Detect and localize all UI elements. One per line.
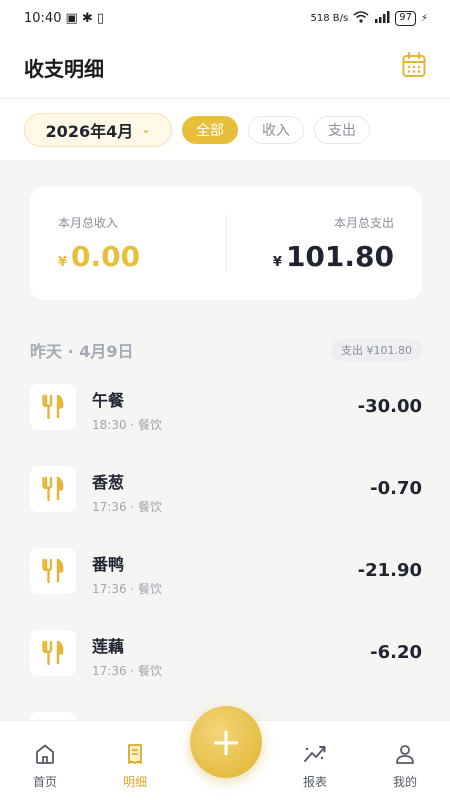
status-time: 10:40 xyxy=(24,10,62,26)
net-speed: 518 B/s xyxy=(310,12,349,24)
status-right: 518 B/s 97 ⚡ xyxy=(310,10,428,26)
income-label: 本月总收入 xyxy=(58,216,119,230)
tab-reports[interactable]: 报表 xyxy=(270,721,360,800)
status-bar: 10:40 ▣ ✱ ▯ 518 B/s 97 ⚡ xyxy=(0,0,450,36)
utensils-icon xyxy=(30,548,76,594)
tab-reports-label: 报表 xyxy=(302,775,327,789)
item-amount: -30.00 xyxy=(357,396,422,417)
charging-icon: ⚡ xyxy=(420,12,428,24)
filter-chip-expense[interactable]: 支出 xyxy=(314,115,370,144)
list-item-text: 莲藕 17:36 · 餐饮 xyxy=(92,630,162,679)
item-meta: 17:36 · 餐饮 xyxy=(92,582,163,596)
receipt-icon xyxy=(124,743,146,769)
page-title: 收支明细 xyxy=(24,56,104,81)
expense-label: 本月总支出 xyxy=(333,216,394,230)
item-title: 番鸭 xyxy=(92,555,125,574)
list-item[interactable]: 香葱 17:36 · 餐饮 -0.70 xyxy=(30,466,422,548)
list-item[interactable]: 番鸭 17:36 · 餐饮 -21.90 xyxy=(30,548,422,630)
expense-value: 101.80 xyxy=(285,240,394,273)
item-meta: 18:30 · 餐饮 xyxy=(92,418,163,432)
expense-currency: ¥ xyxy=(272,255,282,270)
app-header: 收支明细 xyxy=(0,36,450,98)
filter-chip-all[interactable]: 全部 xyxy=(182,115,238,144)
tab-details[interactable]: 明细 xyxy=(90,721,180,800)
home-icon xyxy=(34,743,56,769)
income-value: 0.00 xyxy=(71,240,141,273)
day-group-header: 昨天 · 4月9日 支出 ¥101.80 xyxy=(30,339,422,361)
filter-chip-income[interactable]: 收入 xyxy=(248,115,304,144)
income-currency: ¥ xyxy=(58,255,68,270)
chart-icon xyxy=(303,743,327,769)
month-selector[interactable]: 2026年4月 ⌄ xyxy=(24,112,172,147)
add-record-button[interactable]: + xyxy=(190,706,262,778)
income-summary: 本月总收入 ¥0.00 xyxy=(30,187,226,300)
expense-amount: ¥101.80 xyxy=(255,240,394,273)
list-item-text: 番鸭 17:36 · 餐饮 xyxy=(92,548,162,597)
item-meta: 17:36 · 餐饮 xyxy=(92,664,163,678)
item-meta: 17:36 · 餐饮 xyxy=(92,500,163,514)
item-title: 莲藕 xyxy=(92,637,125,656)
chevron-down-icon: ⌄ xyxy=(141,123,151,136)
list-item[interactable]: 莲藕 17:36 · 餐饮 -6.20 xyxy=(30,630,422,712)
item-amount: -0.70 xyxy=(370,478,422,499)
status-left: 10:40 ▣ ✱ ▯ xyxy=(24,11,104,26)
tab-mine[interactable]: 我的 xyxy=(360,721,450,800)
filter-bar: 2026年4月 ⌄ 全部 收入 支出 xyxy=(0,98,450,160)
utensils-icon xyxy=(30,630,76,676)
day-title: 昨天 · 4月9日 xyxy=(30,342,134,361)
plus-icon: + xyxy=(210,720,242,764)
list-item-text: 午餐 18:30 · 餐饮 xyxy=(92,384,162,433)
transaction-list: 午餐 18:30 · 餐饮 -30.00 香葱 17:36 · 餐饮 -0.70… xyxy=(30,384,422,732)
item-title: 午餐 xyxy=(92,391,125,410)
income-amount: ¥0.00 xyxy=(58,240,198,273)
utensils-icon xyxy=(30,466,76,512)
calendar-icon[interactable] xyxy=(402,52,426,82)
utensils-icon xyxy=(30,384,76,430)
list-item-text: 香葱 17:36 · 餐饮 xyxy=(92,466,162,515)
tab-home[interactable]: 首页 xyxy=(0,721,90,800)
tab-home-label: 首页 xyxy=(32,775,57,789)
tab-mine-label: 我的 xyxy=(392,775,417,789)
user-icon xyxy=(394,743,416,769)
item-amount: -21.90 xyxy=(357,560,422,581)
tab-details-label: 明细 xyxy=(122,775,147,789)
monthly-summary-card: 本月总收入 ¥0.00 本月总支出 ¥101.80 xyxy=(30,187,422,300)
wifi-icon xyxy=(353,10,369,26)
battery-icon: 97 xyxy=(395,10,416,26)
day-total-badge: 支出 ¥101.80 xyxy=(331,339,422,361)
month-label: 2026年4月 xyxy=(45,121,134,141)
signal-icon xyxy=(374,10,390,26)
item-amount: -6.20 xyxy=(370,642,422,663)
list-item[interactable]: 午餐 18:30 · 餐饮 -30.00 xyxy=(30,384,422,466)
expense-summary: 本月总支出 ¥101.80 xyxy=(227,187,423,300)
item-title: 香葱 xyxy=(92,473,125,492)
notification-icons: ▣ ✱ ▯ xyxy=(65,10,105,26)
